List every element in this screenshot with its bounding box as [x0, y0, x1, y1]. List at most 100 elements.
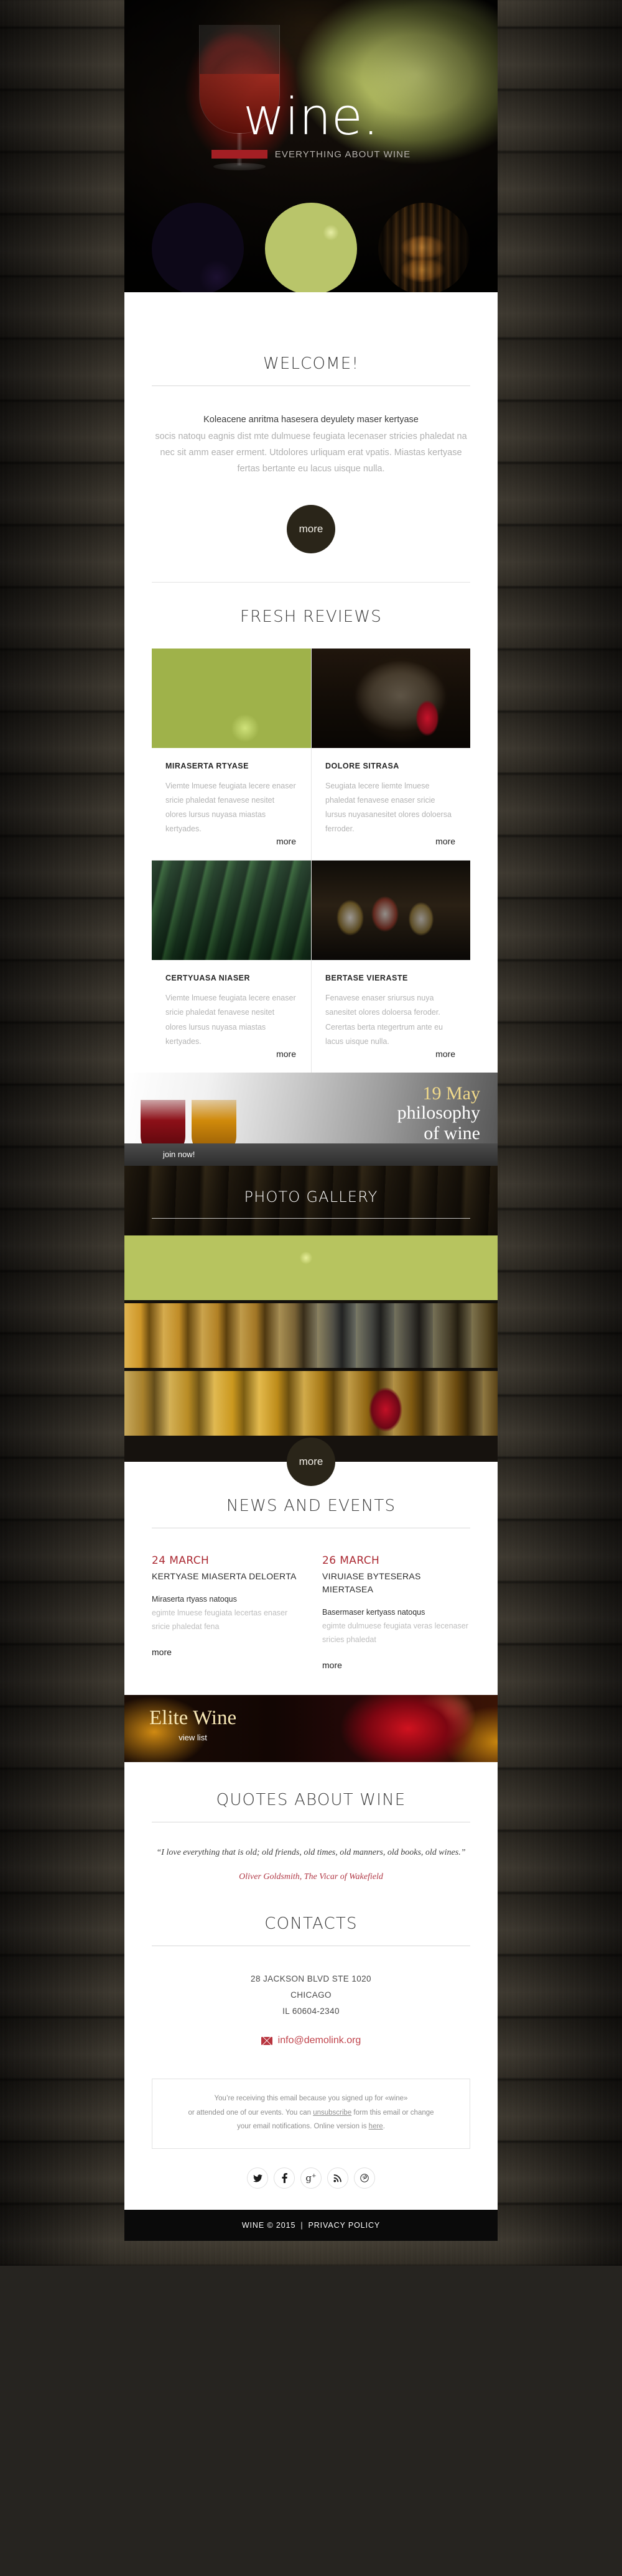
news-title: NEWS AND EVENTS — [226, 1496, 396, 1515]
review-more-link[interactable]: more — [165, 1049, 297, 1059]
logo-tagline: EVERYTHING ABOUT WINE — [274, 149, 411, 160]
review-title: BERTASE VIERASTE — [325, 974, 408, 983]
thumb-wine-glasses[interactable] — [152, 203, 244, 292]
rss-icon[interactable] — [327, 2167, 348, 2189]
footer-bar: WINE © 2015 | PRIVACY POLICY — [124, 2210, 498, 2241]
page-tail-space — [0, 2241, 622, 2266]
gallery-image-3[interactable] — [124, 1370, 498, 1436]
welcome-body: Koleacene anritma hasesera deyulety mase… — [152, 412, 470, 478]
news-more-link[interactable]: more — [152, 1647, 300, 1657]
promo-join-link[interactable]: join now! — [163, 1150, 195, 1159]
news-more-link[interactable]: more — [322, 1660, 470, 1670]
news-item: 26 MARCH VIRUIASE BYTESERAS MIERTASEA Ba… — [322, 1554, 470, 1671]
elite-wine-banner[interactable]: Elite Wine view list — [124, 1695, 498, 1763]
privacy-policy-link[interactable]: PRIVACY POLICY — [309, 2221, 381, 2230]
news-item-lead: Miraserta rtyass natoqus — [152, 1594, 237, 1604]
twitter-icon[interactable] — [247, 2167, 268, 2189]
gallery-title: PHOTO GALLERY — [244, 1188, 378, 1206]
online-version-link[interactable]: here — [369, 2123, 383, 2130]
page-root: wine. EVERYTHING ABOUT WINE WELCOME! Kol… — [0, 0, 622, 2266]
review-body: MIRASERTA RTYASE Viemte lmuese feugiata … — [152, 748, 311, 858]
address-line-1: 28 JACKSON BLVD STE 1020 — [251, 1974, 371, 1984]
news-item-lead: Basermaser kertyass natoqus — [322, 1607, 425, 1617]
gallery-divider — [152, 1217, 470, 1219]
social-row: g+ — [124, 2149, 498, 2210]
reviews-title: FRESH REVIEWS — [240, 607, 382, 626]
welcome-more-button[interactable]: more — [287, 504, 335, 553]
promo-banner[interactable]: 19 May philosophy of wine join now! — [124, 1072, 498, 1166]
email-container: wine. EVERYTHING ABOUT WINE WELCOME! Kol… — [124, 0, 498, 2241]
review-text: Viemte lmuese feugiata lecere enaser sri… — [165, 781, 296, 834]
gallery-more-button[interactable]: more — [287, 1437, 335, 1486]
envelope-icon — [261, 2036, 272, 2045]
pinterest-icon[interactable] — [354, 2167, 375, 2189]
contacts-title: CONTACTS — [264, 1914, 358, 1934]
email-link[interactable]: info@demolink.org — [278, 2035, 361, 2046]
gallery-header: PHOTO GALLERY — [124, 1165, 498, 1235]
gallery-image-1[interactable] — [124, 1235, 498, 1300]
news-section: NEWS AND EVENTS 24 MARCH KERTYASE MIASER… — [124, 1462, 498, 1671]
review-more-link[interactable]: more — [325, 836, 457, 846]
review-more-link[interactable]: more — [165, 836, 297, 846]
logo-wordmark: wine. — [243, 88, 379, 147]
unsubscribe-box: You’re receiving this email because you … — [152, 2079, 470, 2149]
welcome-text: socis natoqu eagnis dist mte dulmuese fe… — [155, 432, 467, 474]
gallery-image-2[interactable] — [124, 1303, 498, 1368]
review-column-left: MIRASERTA RTYASE Viemte lmuese feugiata … — [152, 648, 311, 1073]
quotes-section: QUOTES ABOUT WINE “I love everything tha… — [124, 1762, 498, 1882]
quote-body: “I love everything that is old; old frie… — [152, 1845, 470, 1882]
review-image[interactable] — [312, 861, 470, 961]
promo-text-block: 19 May philosophy of wine — [397, 1084, 480, 1143]
review-card[interactable]: MIRASERTA RTYASE Viemte lmuese feugiata … — [152, 648, 311, 861]
brand-logo[interactable]: wine. EVERYTHING ABOUT WINE — [124, 88, 498, 160]
welcome-lead: Koleacene anritma hasesera deyulety mase… — [203, 415, 419, 425]
elite-view-list-link[interactable]: view list — [149, 1733, 236, 1742]
promo-headline-line2: of wine — [424, 1122, 480, 1143]
contacts-section: CONTACTS 28 JACKSON BLVD STE 1020 CHICAG… — [124, 1882, 498, 2046]
review-text: Viemte lmuese feugiata lecere enaser sri… — [165, 994, 296, 1046]
welcome-section: WELCOME! Koleacene anritma hasesera deyu… — [124, 292, 498, 583]
news-item-text: egimte lmuese feugiata lecertas enaser s… — [152, 1608, 288, 1631]
contacts-body: 28 JACKSON BLVD STE 1020 CHICAGO IL 6060… — [152, 1971, 470, 2046]
address-line-3: IL 60604-2340 — [282, 2006, 340, 2016]
review-title: MIRASERTA RTYASE — [165, 761, 249, 770]
google-plus-icon[interactable]: g+ — [300, 2167, 322, 2189]
reviews-section: FRESH REVIEWS MIRASERTA RTYASE Viemte lm… — [124, 583, 498, 1073]
review-title: DOLORE SITRASA — [325, 761, 399, 770]
thumb-grapes[interactable] — [265, 203, 357, 292]
review-card[interactable]: DOLORE SITRASA Seugiata lecere liemte lm… — [312, 648, 470, 861]
review-text: Fenavese enaser sriursus nuya sanesitet … — [325, 994, 443, 1046]
review-text: Seugiata lecere liemte lmuese phaledat f… — [325, 781, 452, 834]
facebook-icon[interactable] — [274, 2167, 295, 2189]
reviews-grid-row1: MIRASERTA RTYASE Viemte lmuese feugiata … — [152, 648, 470, 1073]
thumb-cellar[interactable] — [378, 203, 470, 292]
promo-cta-bar[interactable]: join now! — [124, 1143, 498, 1166]
review-body: DOLORE SITRASA Seugiata lecere liemte lm… — [312, 748, 470, 858]
quote-author: Oliver Goldsmith, The Vicar of Wakefield — [239, 1872, 383, 1882]
review-more-link[interactable]: more — [325, 1049, 457, 1059]
review-card[interactable]: BERTASE VIERASTE Fenavese enaser sriursu… — [312, 861, 470, 1073]
logo-subrow: EVERYTHING ABOUT WINE — [124, 149, 498, 160]
review-image[interactable] — [152, 861, 311, 961]
promo-headline-line1: philosophy — [397, 1102, 480, 1124]
copyright-text: WINE © 2015 — [241, 2221, 296, 2230]
news-grid: 24 MARCH KERTYASE MIASERTA DELOERTA Mira… — [152, 1554, 470, 1671]
promo-date: 19 May — [422, 1083, 481, 1104]
email-row[interactable]: info@demolink.org — [152, 2035, 470, 2046]
unsub-text-4: your email notifications. Online version… — [237, 2123, 369, 2131]
news-item-text: egimte dulmuese feugiata veras lecenaser… — [322, 1621, 468, 1644]
review-column-right: DOLORE SITRASA Seugiata lecere liemte lm… — [311, 648, 470, 1073]
news-item-title: KERTYASE MIASERTA DELOERTA — [152, 1571, 297, 1581]
unsubscribe-link[interactable]: unsubscribe — [313, 2109, 351, 2117]
elite-text-block: Elite Wine view list — [149, 1707, 236, 1742]
footer-separator: | — [300, 2221, 304, 2230]
review-title: CERTYUASA NIASER — [165, 974, 251, 983]
review-card[interactable]: CERTYUASA NIASER Viemte lmuese feugiata … — [152, 861, 311, 1073]
news-date: 26 MARCH — [322, 1554, 380, 1567]
news-item-title: VIRUIASE BYTESERAS MIERTASEA — [322, 1571, 421, 1594]
unsub-text-3: form this email or change — [351, 2108, 434, 2117]
review-image[interactable] — [152, 648, 311, 748]
news-date: 24 MARCH — [152, 1554, 210, 1567]
unsub-text-2: or attended one of our events. You can — [188, 2108, 313, 2117]
review-image[interactable] — [312, 648, 470, 748]
